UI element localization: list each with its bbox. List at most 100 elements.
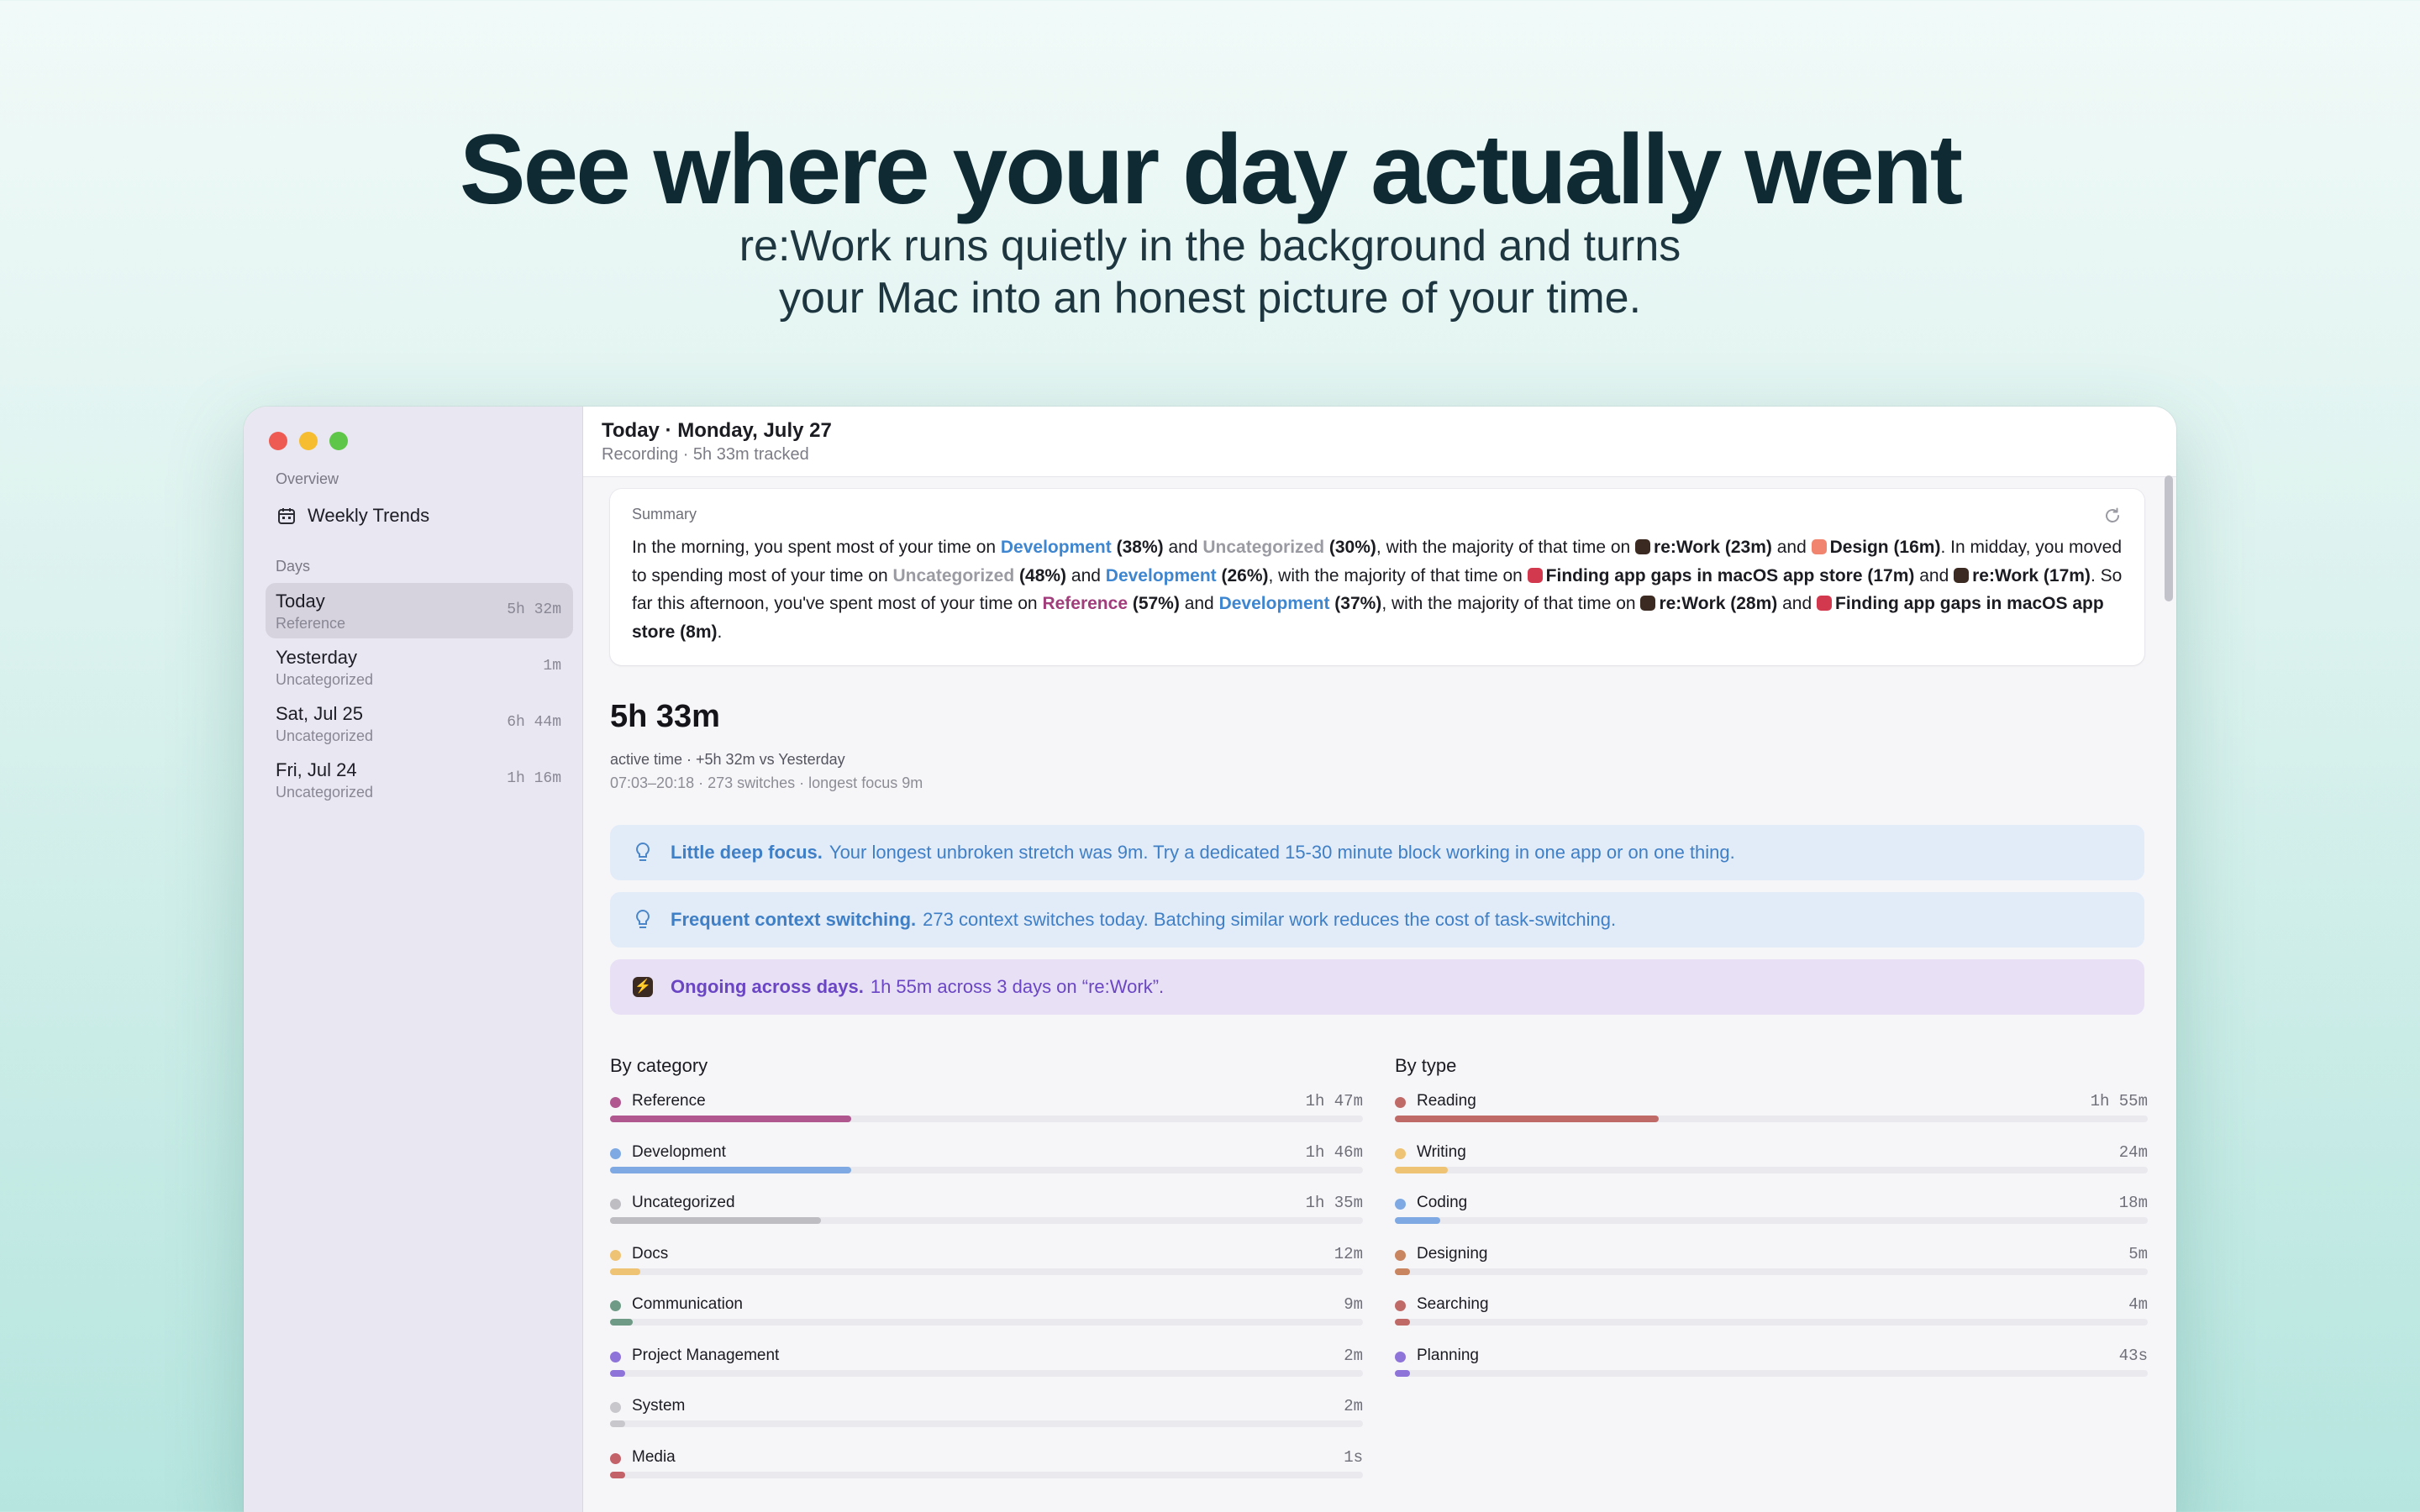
color-dot-icon [610,1249,621,1261]
stat-duration: 1s [1344,1447,1363,1467]
stat-duration: 1h 46m [1305,1142,1363,1162]
progress-track [610,1116,1363,1122]
stat-duration: 24m [2118,1142,2148,1162]
by-type-section: By type Reading 1h 55m Writing 24m Coding 18m… [1395,1055,2148,1377]
close-button[interactable] [269,432,287,450]
percent: (57%) [1128,594,1180,613]
session-details: 07:03–20:18 · 273 switches · longest foc… [610,774,923,791]
rework-app-icon [1635,539,1651,554]
insight-title: Ongoing across days. [671,976,864,997]
color-dot-icon [610,1452,621,1464]
stat-duration: 9m [1344,1295,1363,1314]
finding-app-icon [1817,596,1832,611]
color-dot-icon [610,1402,621,1413]
stat-label: Communication [632,1295,743,1313]
progress-track [610,1471,1363,1478]
sidebar-day-item[interactable]: Fri, Jul 24 Uncategorized 1h 16m [266,752,573,807]
stat-label: Media [632,1447,676,1466]
recording-status: Recording · 5h 33m tracked [602,445,809,464]
progress-fill [1395,1116,1659,1122]
weekly-trends-label: Weekly Trends [308,505,430,526]
stat-row: Reference 1h 47m [610,1090,1363,1141]
stat-duration: 12m [1334,1244,1363,1263]
progress-fill [1395,1166,1448,1173]
summary-fragment: and [1179,594,1219,613]
stat-label: Uncategorized [632,1194,735,1211]
progress-track [610,1369,1363,1377]
summary-fragment: . [717,622,723,642]
stat-duration: 2m [1344,1346,1363,1365]
insight-text: 1h 55m across 3 days on “re:Work”. [870,976,1165,997]
hero-subtitle-line1: re:Work runs quietly in the background a… [739,222,1681,270]
progress-track [1395,1166,2148,1173]
day-duration: 1h 16m [507,770,561,787]
main-header: Today · Monday, July 27 Recording · 5h 3… [583,407,2176,477]
stat-label: Planning [1417,1346,1479,1364]
stat-duration: 1h 47m [1305,1092,1363,1110]
sidebar-day-item[interactable]: Today Reference 5h 32m [266,583,573,638]
scrollbar[interactable] [2165,475,2173,601]
lightbulb-icon [630,840,655,865]
stat-row: Development 1h 46m [610,1142,1363,1192]
stat-row: Media 1s [610,1446,1363,1497]
hero-subtitle-line2: your Mac into an honest picture of your … [778,274,1642,323]
color-dot-icon [610,1199,621,1210]
sidebar: Overview Weekly Trends Days Today Referen… [244,407,583,1512]
category-uncategorized: Uncategorized [892,565,1015,585]
by-type-title: By type [1395,1055,1457,1076]
by-category-title: By category [610,1055,708,1076]
day-top-category: Uncategorized [276,671,374,688]
color-dot-icon [1395,1199,1406,1210]
category-reference: Reference [1042,594,1128,613]
app-usage: re:Work (23m) [1654,538,1772,557]
day-duration: 5h 32m [507,601,561,618]
day-duration: 1m [543,658,561,675]
progress-track [1395,1116,2148,1122]
day-duration: 6h 44m [507,714,561,731]
percent: (48%) [1014,565,1067,585]
category-development: Development [1105,565,1217,585]
by-category-section: By category Reference 1h 47m Development 1h… [610,1055,1363,1478]
refresh-icon[interactable] [2102,506,2123,526]
progress-track [1395,1319,2148,1326]
progress-fill [610,1319,633,1326]
progress-fill [1395,1319,1410,1326]
stat-duration: 18m [2118,1194,2148,1212]
stat-duration: 1h 35m [1305,1194,1363,1212]
progress-track [610,1217,1363,1224]
summary-card: Summary In the morning, you spent most o… [610,489,2144,665]
progress-fill [610,1268,640,1275]
stat-row: System 2m [610,1395,1363,1446]
stat-label: Writing [1417,1142,1466,1161]
zoom-button[interactable] [329,432,348,450]
category-development: Development [1000,538,1112,557]
stat-duration: 1h 55m [2090,1092,2148,1110]
sidebar-day-item[interactable]: Sat, Jul 25 Uncategorized 6h 44m [266,696,573,751]
calendar-icon [278,508,295,524]
overview-section-label: Overview [276,470,339,487]
stat-duration: 2m [1344,1397,1363,1415]
insight-title: Little deep focus. [671,842,823,863]
color-dot-icon [610,1097,621,1108]
stat-label: Reading [1417,1092,1476,1110]
percent: (26%) [1216,565,1269,585]
rework-app-icon [1954,567,1970,583]
stat-row: Planning 43s [1395,1345,2148,1395]
finding-app-icon [1527,567,1543,583]
summary-fragment: , with the majority of that time on [1268,565,1528,585]
progress-fill [610,1166,851,1173]
sidebar-day-item[interactable]: Yesterday Uncategorized 1m [266,639,573,695]
active-time-comparison: active time · +5h 32m vs Yesterday [610,751,845,768]
sidebar-item-weekly-trends[interactable]: Weekly Trends [277,501,429,531]
app-usage: Design (16m) [1829,538,1941,557]
progress-fill [1395,1268,1410,1275]
summary-fragment: and [1777,594,1817,613]
summary-fragment: and [1914,565,1954,585]
main-panel: Today · Monday, July 27 Recording · 5h 3… [583,407,2176,1512]
percent: (37%) [1329,594,1382,613]
stat-label: Development [632,1142,726,1161]
bolt-icon: ⚡ [630,974,655,1000]
minimize-button[interactable] [299,432,318,450]
summary-fragment: and [1771,538,1812,557]
progress-track [1395,1268,2148,1275]
